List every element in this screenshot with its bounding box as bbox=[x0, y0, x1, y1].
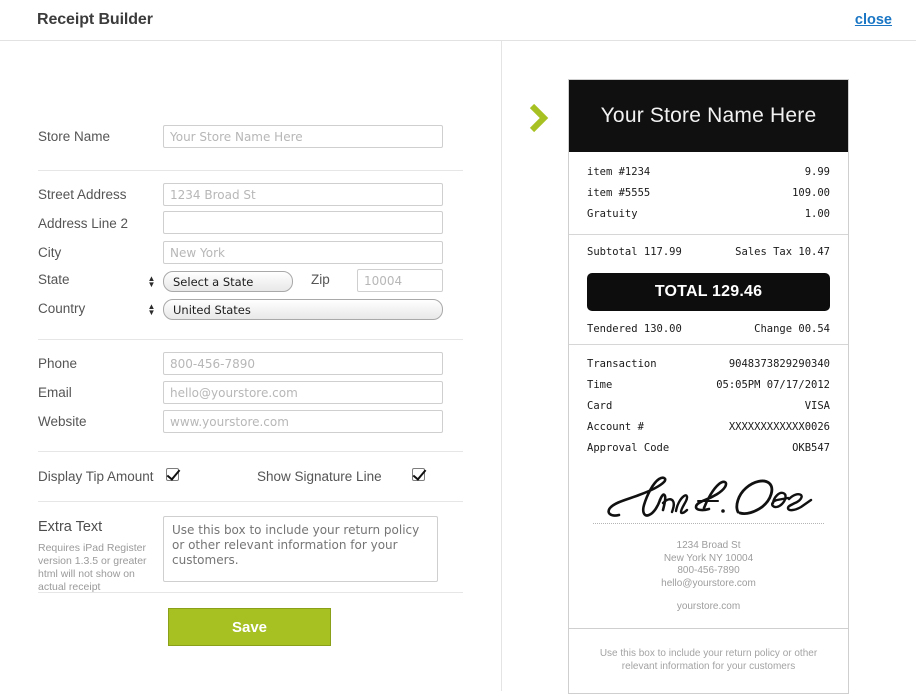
receipt-detail-value: 05:05PM 07/17/2012 bbox=[716, 379, 830, 391]
receipt-items-section: item #1234 9.99 item #5555 109.00 Gratui… bbox=[569, 152, 848, 234]
country-select-stepper-icon: ▲ ▼ bbox=[147, 301, 156, 317]
country-select[interactable]: United States bbox=[163, 299, 443, 320]
receipt-detail-label: Transaction bbox=[587, 358, 657, 370]
receipt-item-row: item #1234 9.99 bbox=[587, 162, 830, 183]
chevron-right-icon bbox=[528, 103, 550, 133]
city-input[interactable] bbox=[163, 241, 443, 264]
address-line-2-input[interactable] bbox=[163, 211, 443, 234]
form-divider-3 bbox=[38, 451, 463, 452]
close-link[interactable]: close bbox=[855, 12, 892, 28]
zip-input[interactable] bbox=[357, 269, 443, 292]
form-divider-5 bbox=[38, 592, 463, 593]
receipt-item-name: item #5555 bbox=[587, 187, 651, 199]
state-label: State bbox=[38, 272, 70, 287]
receipt-tendered: Tendered 130.00 bbox=[587, 323, 682, 335]
receipt-subtotal-section: Subtotal 117.99 Sales Tax 10.47 bbox=[569, 234, 848, 265]
receipt-details-section: Transaction 9048373829290340 Time 05:05P… bbox=[569, 344, 848, 467]
receipt-item-amount: 9.99 bbox=[804, 166, 830, 178]
receipt-detail-row: Card VISA bbox=[587, 396, 830, 417]
website-input[interactable] bbox=[163, 410, 443, 433]
receipt-tendered-row: Tendered 130.00 Change 00.54 bbox=[587, 311, 830, 338]
signature-image bbox=[607, 476, 813, 517]
show-signature-label: Show Signature Line bbox=[257, 469, 382, 484]
address-spacer bbox=[579, 590, 838, 601]
address-line-2-label: Address Line 2 bbox=[38, 216, 129, 231]
receipt-detail-row: Approval Code OKB547 bbox=[587, 438, 830, 459]
receipt-settings-form: Store Name Street Address Address Line 2… bbox=[0, 41, 501, 691]
receipt-preview-panel: Your Store Name Here item #1234 9.99 ite… bbox=[501, 41, 916, 694]
main-content: Store Name Street Address Address Line 2… bbox=[0, 41, 916, 694]
receipt-item-row: item #5555 109.00 bbox=[587, 183, 830, 204]
state-select-stepper-icon: ▲ ▼ bbox=[147, 273, 156, 289]
phone-label: Phone bbox=[38, 356, 78, 371]
receipt-detail-label: Account # bbox=[587, 421, 644, 433]
receipt-address-line: 800-456-7890 bbox=[677, 565, 740, 576]
receipt-footer-text: Use this box to include your return poli… bbox=[569, 627, 848, 693]
receipt-website: yourstore.com bbox=[676, 601, 741, 612]
store-name-input[interactable] bbox=[163, 125, 443, 148]
email-label: Email bbox=[38, 385, 72, 400]
receipt-detail-value: XXXXXXXXXXXX0026 bbox=[728, 421, 830, 433]
show-signature-checkbox[interactable] bbox=[412, 468, 425, 481]
receipt-detail-value: OKB547 bbox=[792, 442, 830, 454]
receipt-address-line: 1234 Broad St bbox=[676, 540, 741, 551]
street-address-input[interactable] bbox=[163, 183, 443, 206]
save-button[interactable]: Save bbox=[168, 608, 331, 646]
receipt-address-line: New York NY 10004 bbox=[663, 552, 754, 564]
email-input[interactable] bbox=[163, 381, 443, 404]
app-header: Receipt Builder close bbox=[0, 0, 916, 41]
zip-label: Zip bbox=[311, 272, 330, 287]
receipt-detail-value: VISA bbox=[804, 400, 830, 412]
receipt-signature-section bbox=[569, 467, 848, 532]
form-divider-2 bbox=[38, 339, 463, 340]
city-label: City bbox=[38, 245, 62, 260]
country-label: Country bbox=[38, 301, 86, 316]
state-select[interactable]: Select a State bbox=[163, 271, 293, 292]
receipt-detail-row: Transaction 9048373829290340 bbox=[587, 354, 830, 375]
store-name-label: Store Name bbox=[38, 129, 111, 144]
display-tip-checkbox[interactable] bbox=[166, 468, 179, 481]
receipt-address-line: hello@yourstore.com bbox=[661, 577, 756, 589]
receipt-item-name: Gratuity bbox=[587, 208, 638, 220]
receipt-change: Change 00.54 bbox=[754, 323, 830, 335]
form-divider-1 bbox=[38, 170, 463, 171]
street-address-label: Street Address bbox=[38, 187, 127, 202]
receipt-detail-value: 9048373829290340 bbox=[728, 358, 830, 370]
receipt-detail-label: Time bbox=[587, 379, 613, 391]
page-title: Receipt Builder bbox=[37, 11, 153, 28]
receipt-total-section: TOTAL 129.46 Tendered 130.00 Change 00.5… bbox=[569, 265, 848, 344]
receipt-detail-row: Time 05:05PM 07/17/2012 bbox=[587, 375, 830, 396]
extra-text-textarea[interactable] bbox=[163, 516, 438, 582]
receipt-detail-label: Approval Code bbox=[587, 442, 670, 454]
extra-text-note: Requires iPad Register version 1.3.5 or … bbox=[38, 542, 147, 593]
phone-input[interactable] bbox=[163, 352, 443, 375]
receipt-item-row: Gratuity 1.00 bbox=[587, 204, 830, 225]
display-tip-label: Display Tip Amount bbox=[38, 469, 154, 484]
form-divider-4 bbox=[38, 501, 463, 502]
receipt-address-block: 1234 Broad St New York NY 10004 800-456-… bbox=[569, 532, 848, 628]
receipt-subtotal-row: Subtotal 117.99 Sales Tax 10.47 bbox=[587, 242, 830, 263]
website-label: Website bbox=[38, 414, 87, 429]
receipt-item-amount: 109.00 bbox=[792, 187, 830, 199]
receipt-preview: Your Store Name Here item #1234 9.99 ite… bbox=[568, 79, 849, 694]
receipt-subtotal: Subtotal 117.99 bbox=[587, 246, 682, 258]
receipt-store-name: Your Store Name Here bbox=[600, 104, 817, 127]
receipt-item-name: item #1234 bbox=[587, 166, 651, 178]
receipt-detail-label: Card bbox=[587, 400, 613, 412]
extra-text-label: Extra Text bbox=[38, 519, 103, 535]
receipt-item-amount: 1.00 bbox=[804, 208, 830, 220]
receipt-total: TOTAL 129.46 bbox=[587, 273, 830, 311]
receipt-sales-tax: Sales Tax 10.47 bbox=[735, 246, 830, 258]
signature-line bbox=[593, 523, 824, 524]
receipt-detail-row: Account # XXXXXXXXXXXX0026 bbox=[587, 417, 830, 438]
receipt-store-header: Your Store Name Here bbox=[569, 80, 848, 152]
